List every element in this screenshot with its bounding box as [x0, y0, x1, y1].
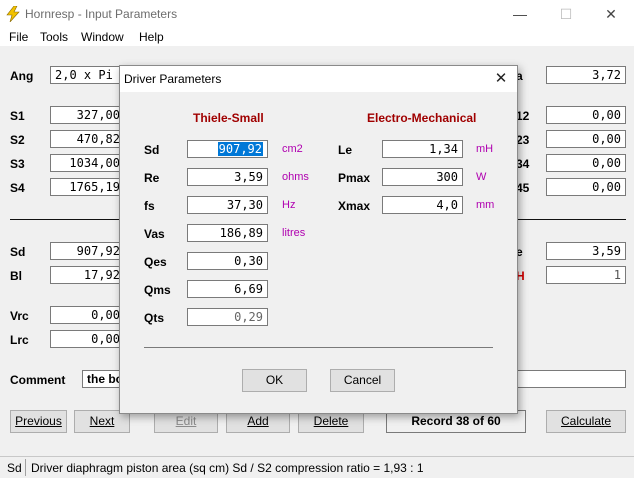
ts-qms-label: Qms: [144, 283, 171, 297]
thiele-small-header: Thiele-Small: [193, 111, 264, 125]
ts-sd-unit: cm2: [282, 143, 303, 155]
previous-button[interactable]: Previous: [10, 410, 67, 433]
ts-qes-label: Qes: [144, 255, 167, 269]
ts-qes-field[interactable]: 0,30: [187, 252, 268, 270]
menu-file[interactable]: File: [9, 29, 28, 45]
ang-label: Ang: [10, 69, 34, 83]
minimize-button[interactable]: —: [510, 4, 530, 24]
status-bar: Sd Driver diaphragm piston area (sq cm) …: [0, 456, 634, 478]
menu-bar: File Tools Window Help: [0, 29, 634, 46]
bl-field[interactable]: 17,92: [50, 266, 125, 284]
ok-button[interactable]: OK: [242, 369, 307, 392]
dialog-title-bar: Driver Parameters ✕: [120, 66, 517, 92]
status-text: Driver diaphragm piston area (sq cm) Sd …: [31, 461, 424, 475]
previous-label: Previous: [15, 414, 62, 428]
electro-mechanical-header: Electro-Mechanical: [367, 111, 477, 125]
ts-vas-label: Vas: [144, 227, 165, 241]
ts-qts-field: 0,29: [187, 308, 268, 326]
comment-label: Comment: [10, 373, 66, 387]
ang-field[interactable]: 2,0 x Pi: [50, 66, 125, 84]
em-pmax-unit: W: [476, 171, 487, 183]
delete-label: Delete: [313, 414, 349, 428]
next-label: Next: [89, 414, 115, 428]
l23-field[interactable]: 0,00: [546, 130, 626, 148]
s2-field[interactable]: 470,82: [50, 130, 125, 148]
ts-vas-unit: litres: [282, 227, 306, 239]
em-xmax-field[interactable]: 4,0: [382, 196, 463, 214]
sd-label: Sd: [10, 245, 26, 259]
ts-re-unit: ohms: [282, 171, 309, 183]
em-xmax-label: Xmax: [338, 199, 371, 213]
lrc-label: Lrc: [10, 333, 29, 347]
lrc-field[interactable]: 0,00: [50, 330, 125, 348]
title-bar: Hornresp - Input Parameters — ☐ ✕: [0, 0, 634, 29]
ts-qts-label: Qts: [144, 311, 165, 325]
l12-label: 12: [516, 109, 530, 123]
ts-fs-label: fs: [144, 199, 155, 213]
h-field[interactable]: 1: [546, 266, 626, 284]
s1-field[interactable]: 327,00: [50, 106, 125, 124]
re-field[interactable]: 3,59: [546, 242, 626, 260]
maximize-button[interactable]: ☐: [556, 4, 576, 24]
calculate-label: Calculate: [560, 414, 612, 428]
l45-label: 45: [516, 181, 530, 195]
l34-field[interactable]: 0,00: [546, 154, 626, 172]
dialog-close-button[interactable]: ✕: [490, 69, 512, 89]
ts-re-label: Re: [144, 171, 160, 185]
s4-field[interactable]: 1765,19: [50, 178, 125, 196]
em-xmax-unit: mm: [476, 199, 495, 211]
edit-label: Edit: [175, 414, 197, 428]
driver-parameters-dialog: Driver Parameters ✕ Thiele-Small Electro…: [119, 65, 518, 414]
menu-window[interactable]: Window: [81, 29, 124, 45]
l34-label: 34: [516, 157, 530, 171]
ts-fs-unit: Hz: [282, 199, 296, 211]
ts-qms-field[interactable]: 6,69: [187, 280, 268, 298]
ts-fs-field[interactable]: 37,30: [187, 196, 268, 214]
ts-vas-field[interactable]: 186,89: [187, 224, 268, 242]
ts-sd-value: 907,92: [217, 142, 263, 156]
close-button[interactable]: ✕: [601, 4, 621, 24]
dialog-title: Driver Parameters: [124, 72, 222, 86]
em-le-label: Le: [338, 143, 353, 157]
ts-sd-field[interactable]: 907,92: [187, 140, 268, 158]
dialog-separator: [144, 347, 493, 348]
l23-label: 23: [516, 133, 530, 147]
ts-sd-label: Sd: [144, 143, 160, 157]
menu-tools[interactable]: Tools: [40, 29, 68, 45]
s4-label: S4: [10, 181, 25, 195]
em-pmax-label: Pmax: [338, 171, 371, 185]
cancel-button[interactable]: Cancel: [330, 369, 395, 392]
s3-label: S3: [10, 157, 25, 171]
bl-label: Bl: [10, 269, 22, 283]
lightning-bolt-icon: [6, 6, 20, 22]
menu-help[interactable]: Help: [139, 29, 164, 45]
vrc-field[interactable]: 0,00: [50, 306, 125, 324]
sd-field[interactable]: 907,92: [50, 242, 125, 260]
add-label: Add: [247, 414, 269, 428]
vrc-label: Vrc: [10, 309, 29, 323]
em-le-field[interactable]: 1,34: [382, 140, 463, 158]
l45-field[interactable]: 0,00: [546, 178, 626, 196]
em-le-unit: mH: [476, 143, 494, 155]
calculate-button[interactable]: Calculate: [546, 410, 626, 433]
s3-field[interactable]: 1034,00: [50, 154, 125, 172]
em-pmax-field[interactable]: 300: [382, 168, 463, 186]
status-divider: [25, 459, 26, 476]
window-title: Hornresp - Input Parameters: [25, 7, 178, 21]
right-top-field[interactable]: 3,72: [546, 66, 626, 84]
status-code: Sd: [7, 461, 22, 475]
l12-field[interactable]: 0,00: [546, 106, 626, 124]
s2-label: S2: [10, 133, 25, 147]
ts-re-field[interactable]: 3,59: [187, 168, 268, 186]
s1-label: S1: [10, 109, 25, 123]
